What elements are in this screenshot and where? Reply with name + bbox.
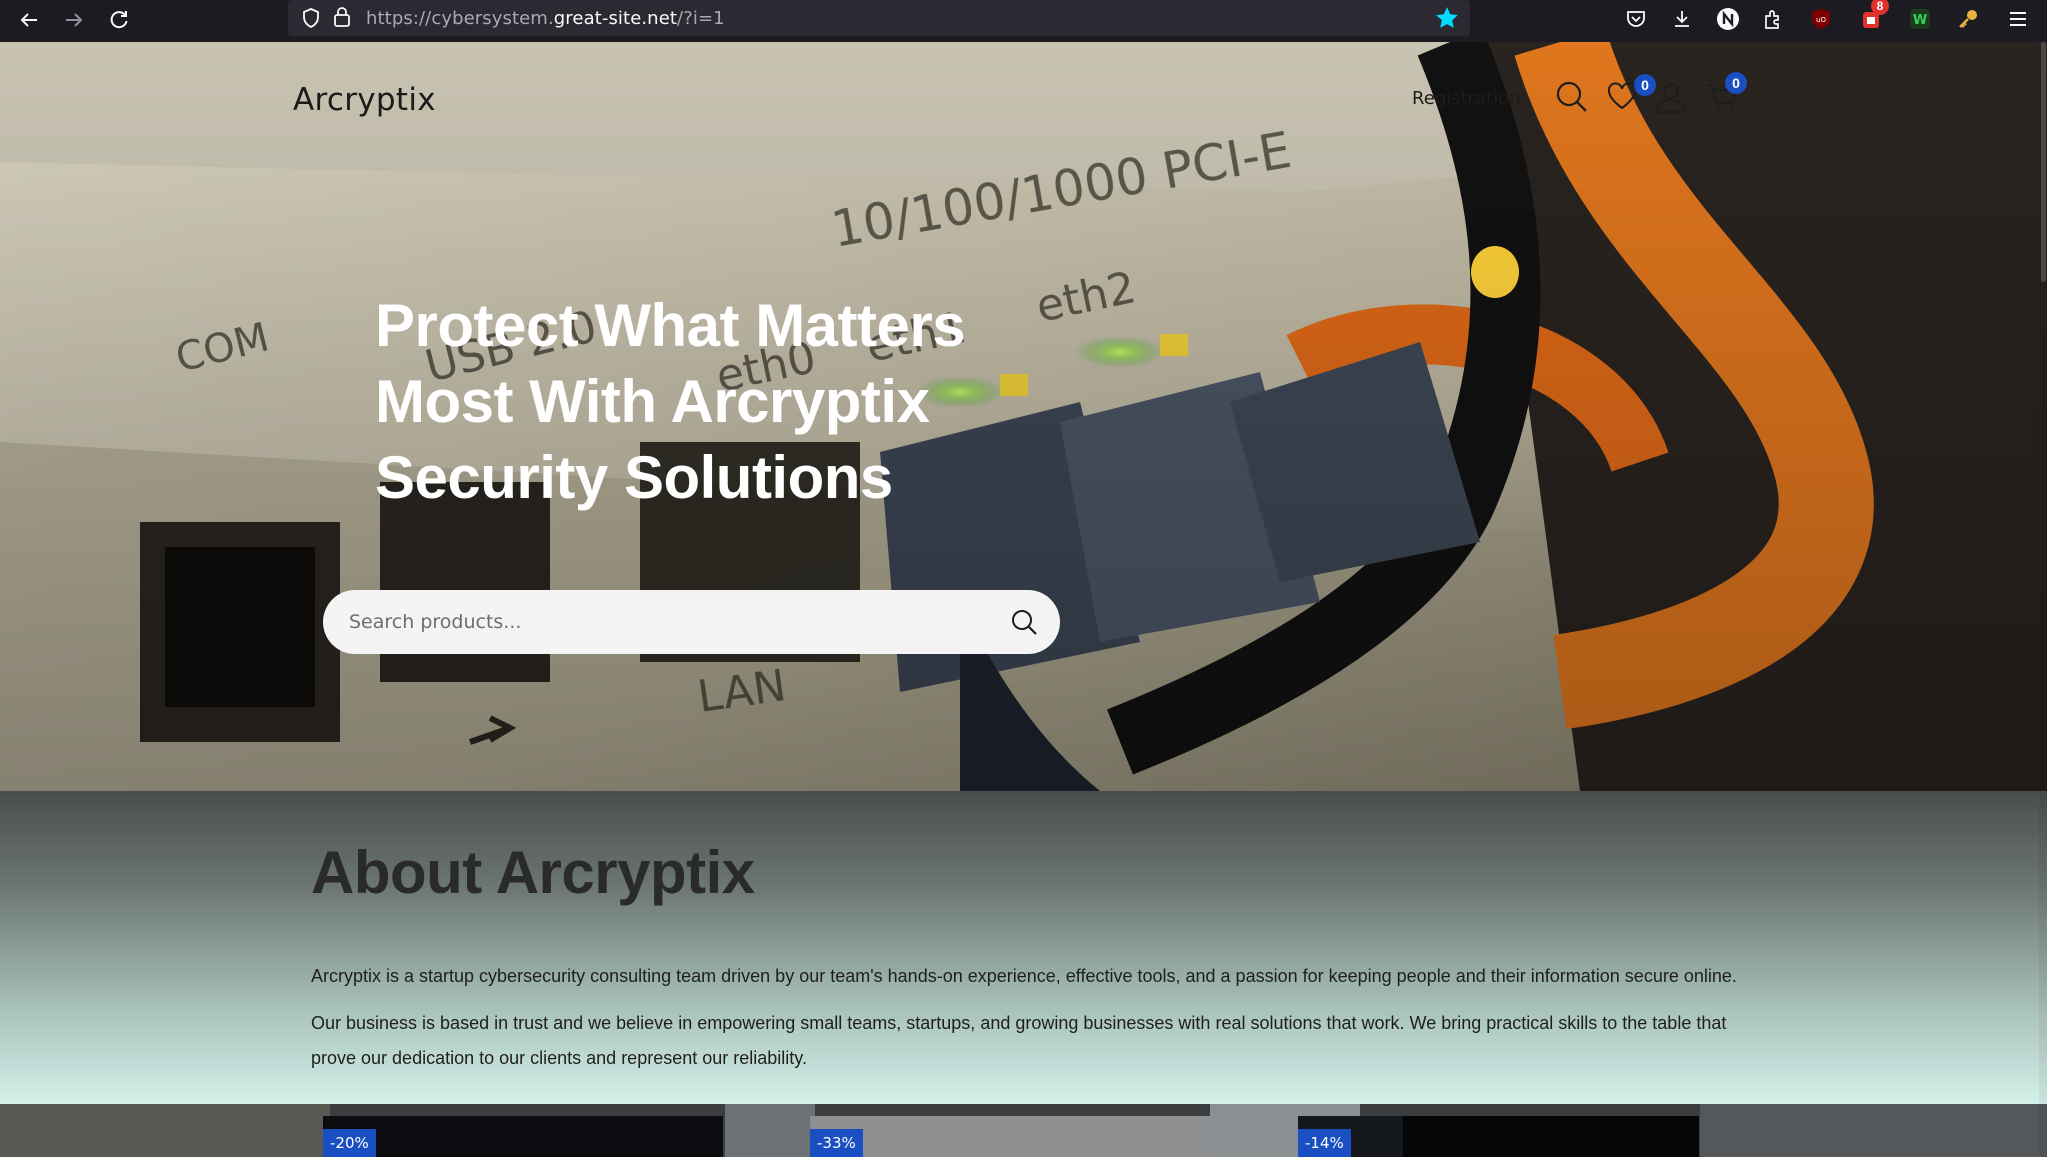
hero-title-line: Most With Arcryptix xyxy=(375,368,930,435)
svg-text:uO: uO xyxy=(1816,16,1826,24)
page-scrollbar[interactable] xyxy=(2039,42,2047,1157)
menu-button[interactable] xyxy=(2004,5,2032,33)
product-card[interactable]: -20% xyxy=(323,1116,723,1157)
key-extension-button[interactable] xyxy=(1954,5,1982,33)
pocket-button[interactable] xyxy=(1622,5,1650,33)
discount-badge: -14% xyxy=(1298,1129,1351,1157)
discount-badge: -33% xyxy=(810,1129,863,1157)
hamburger-menu-icon xyxy=(2010,12,2026,26)
hero-title: Protect What Matters Most With Arcryptix… xyxy=(375,288,1035,516)
puzzle-icon xyxy=(1765,10,1779,29)
forward-button[interactable] xyxy=(57,3,91,37)
about-paragraph: Our business is based in trust and we be… xyxy=(311,1013,1727,1068)
cart-button[interactable]: 0 xyxy=(1705,72,1747,120)
url-suffix: /?i=1 xyxy=(677,8,725,29)
hero-title-line: Protect What Matters xyxy=(375,292,966,359)
search-submit-button[interactable] xyxy=(1002,600,1046,644)
product-search-bar xyxy=(323,590,1060,654)
bookmark-star-icon[interactable] xyxy=(1434,5,1460,31)
products-section: -20% -33% -14% xyxy=(0,1104,2047,1157)
ublock-button[interactable]: uO xyxy=(1807,5,1835,33)
search-products-input[interactable] xyxy=(349,590,989,654)
url-prefix: https://cybersystem. xyxy=(366,8,554,29)
about-heading: About Arcryptix xyxy=(311,839,755,906)
web-page: 10/100/1000 PCI-E eth1 eth2 eth0 LAN USB… xyxy=(0,42,2047,1157)
arrow-right-icon xyxy=(66,13,83,27)
search-icon xyxy=(1556,81,1587,112)
url-text[interactable]: https://cybersystem.great-site.net/?i=1 xyxy=(366,8,725,29)
w-extension-button[interactable]: W xyxy=(1906,5,1934,33)
product-card[interactable]: -33% xyxy=(810,1116,1211,1157)
wishlist-count-badge: 0 xyxy=(1634,74,1656,96)
reload-button[interactable] xyxy=(102,3,136,37)
user-icon xyxy=(1655,83,1687,113)
back-button[interactable] xyxy=(12,3,46,37)
pocket-icon xyxy=(1627,11,1645,27)
hero-section: 10/100/1000 PCI-E eth1 eth2 eth0 LAN USB… xyxy=(0,42,2047,791)
tracking-shield-icon[interactable] xyxy=(300,7,322,29)
downloads-button[interactable] xyxy=(1668,5,1696,33)
extension-badge: 8 xyxy=(1871,0,1889,15)
search-button[interactable] xyxy=(1555,80,1595,120)
download-icon xyxy=(1675,11,1689,27)
ublock-shield-icon: uO xyxy=(1812,9,1830,29)
site-logo[interactable]: Arcryptix xyxy=(293,82,436,118)
search-icon xyxy=(1012,610,1037,635)
product-image xyxy=(1403,1116,1699,1157)
w-extension-icon: W xyxy=(1910,9,1930,29)
scrollbar-thumb[interactable] xyxy=(2041,42,2046,282)
extension-n-button[interactable] xyxy=(1714,5,1742,33)
n-extension-icon xyxy=(1717,8,1739,30)
address-bar[interactable]: https://cybersystem.great-site.net/?i=1 xyxy=(288,0,1470,36)
account-button[interactable] xyxy=(1654,80,1694,120)
arrow-left-icon xyxy=(20,13,37,27)
lock-icon[interactable] xyxy=(332,6,352,28)
key-extension-icon xyxy=(1959,10,1977,28)
url-host: great-site.net xyxy=(553,8,678,29)
about-section: About Arcryptix Arcryptix is a startup c… xyxy=(0,791,2047,1104)
extensions-button[interactable] xyxy=(1759,5,1787,33)
discount-badge: -20% xyxy=(323,1129,376,1157)
cart-count-badge: 0 xyxy=(1725,72,1747,94)
registration-link[interactable]: Registration xyxy=(1412,88,1521,109)
wishlist-button[interactable]: 0 xyxy=(1606,74,1656,120)
svg-text:W: W xyxy=(1913,13,1927,28)
browser-toolbar: https://cybersystem.great-site.net/?i=1 … xyxy=(0,0,2047,42)
product-card[interactable]: -14% xyxy=(1298,1116,1699,1157)
hero-title-line: Security Solutions xyxy=(375,444,893,511)
notification-extension-button[interactable]: 8 xyxy=(1857,0,1889,33)
about-paragraph: Arcryptix is a startup cybersecurity con… xyxy=(311,966,1737,986)
reload-icon xyxy=(110,11,128,29)
